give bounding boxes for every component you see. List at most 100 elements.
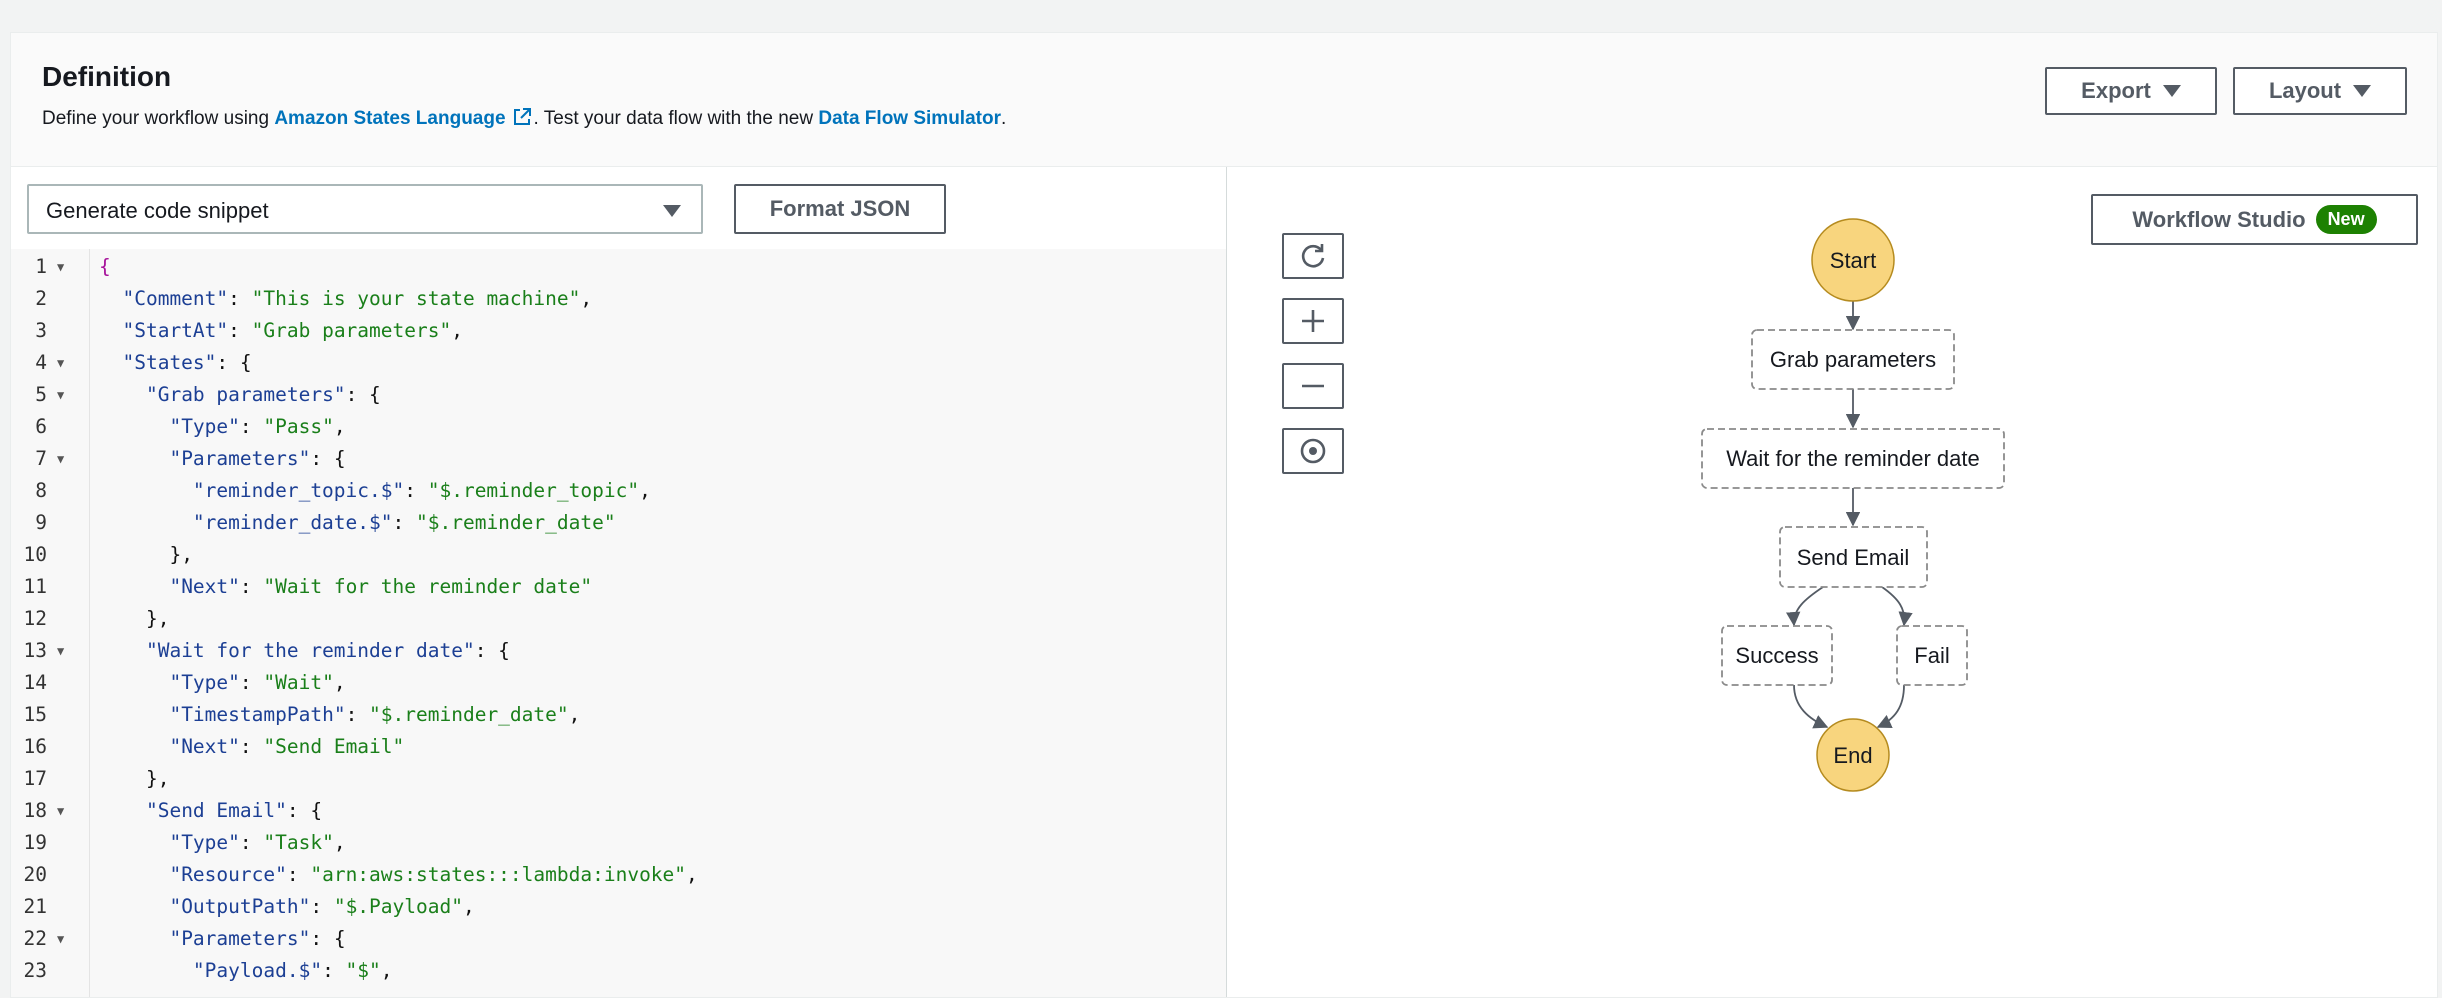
data-flow-simulator-link[interactable]: Data Flow Simulator [818, 108, 1001, 129]
wait-node[interactable]: Wait for the reminder date [1701, 428, 2005, 489]
code-editor[interactable]: 1 ▼ {2 "Comment": "This is your state mach… [11, 249, 1226, 997]
fold-toggle-icon[interactable]: ▼ [57, 443, 64, 475]
code-line[interactable]: 21 "OutputPath": "$.Payload", [11, 891, 1226, 923]
line-number: 1 [35, 255, 47, 278]
line-number: 9 [35, 511, 47, 534]
line-number: 10 [23, 543, 47, 566]
code-text: "Next": "Wait for the reminder date" [169, 575, 593, 598]
format-json-button[interactable]: Format JSON [734, 184, 946, 234]
code-line[interactable]: 17 }, [11, 763, 1226, 795]
code-text: "TimestampPath": "$.reminder_date", [169, 703, 581, 726]
code-line[interactable]: 4 ▼ "States": { [11, 347, 1226, 379]
success-node[interactable]: Success [1721, 625, 1833, 686]
code-line[interactable]: 3 "StartAt": "Grab parameters", [11, 315, 1226, 347]
edge-send-fail [1881, 586, 1913, 627]
code-line[interactable]: 13 ▼ "Wait for the reminder date": { [11, 635, 1226, 667]
line-number: 22 [23, 927, 47, 950]
caret-down-icon [663, 205, 681, 217]
code-line[interactable]: 19 "Type": "Task", [11, 827, 1226, 859]
layout-label: Layout [2268, 78, 2342, 103]
line-number: 17 [23, 767, 47, 790]
subtitle-suffix: . [1000, 108, 1007, 129]
code-line[interactable]: 23 "Payload.$": "$", [11, 955, 1226, 987]
code-text: "Type": "Wait", [169, 671, 346, 694]
code-line[interactable]: 8 "reminder_topic.$": "$.reminder_topic"… [11, 475, 1226, 507]
generate-snippet-select[interactable]: Generate code snippet [27, 184, 703, 234]
asl-link[interactable]: Amazon States Language [274, 108, 505, 129]
edge-success-end [1793, 684, 1829, 729]
state-machine-graph: Start Grab parameters Wait for the remin… [1701, 218, 2005, 792]
line-number: 6 [35, 415, 47, 438]
code-line[interactable]: 18 ▼ "Send Email": { [11, 795, 1226, 827]
fail-node[interactable]: Fail [1896, 625, 1968, 686]
fold-toggle-icon[interactable]: ▼ [57, 795, 64, 827]
line-number: 13 [23, 639, 47, 662]
code-text: }, [169, 543, 193, 566]
export-label: Export [2081, 78, 2151, 103]
fold-toggle-icon[interactable]: ▼ [57, 923, 64, 955]
code-line[interactable]: 15 "TimestampPath": "$.reminder_date", [11, 699, 1226, 731]
line-number: 16 [23, 735, 47, 758]
definition-subtitle: Define your workflow using Amazon States… [42, 107, 1006, 133]
code-text: "States": { [122, 351, 252, 374]
code-text: "Next": "Send Email" [169, 735, 405, 758]
start-node[interactable]: Start [1811, 218, 1895, 302]
edge-send-success [1786, 586, 1824, 627]
code-line[interactable]: 1 ▼ { [11, 251, 1226, 283]
code-text: "reminder_date.$": "$.reminder_date" [192, 511, 616, 534]
send-email-node[interactable]: Send Email [1779, 526, 1928, 588]
subtitle-mid: . Test your data flow with the new [533, 108, 819, 129]
line-number: 8 [35, 479, 47, 502]
code-line[interactable]: 14 "Type": "Wait", [11, 667, 1226, 699]
layout-button[interactable]: Layout [2233, 67, 2407, 115]
code-text: "Comment": "This is your state machine", [122, 287, 593, 310]
line-number: 19 [23, 831, 47, 854]
send-email-label: Send Email [1797, 545, 1910, 570]
grab-parameters-node[interactable]: Grab parameters [1751, 329, 1955, 390]
code-text: "reminder_topic.$": "$.reminder_topic", [192, 479, 651, 502]
line-number: 23 [23, 959, 47, 982]
success-label: Success [1735, 643, 1818, 668]
code-text: "Grab parameters": { [145, 383, 381, 406]
graph-pane: Workflow Studio New Start Grab parameter… [1227, 167, 2437, 997]
code-text: "Resource": "arn:aws:states:::lambda:inv… [169, 863, 698, 886]
code-text: "Type": "Task", [169, 831, 346, 854]
fold-toggle-icon[interactable]: ▼ [57, 635, 64, 667]
export-button[interactable]: Export [2045, 67, 2217, 115]
fold-toggle-icon[interactable]: ▼ [57, 251, 64, 283]
code-line[interactable]: 7 ▼ "Parameters": { [11, 443, 1226, 475]
code-line[interactable]: 6 "Type": "Pass", [11, 411, 1226, 443]
code-editor-pane: Generate code snippet Format JSON 1 ▼ {2 "… [11, 167, 1227, 997]
code-line[interactable]: 22 ▼ "Parameters": { [11, 923, 1226, 955]
code-line[interactable]: 20 "Resource": "arn:aws:states:::lambda:… [11, 859, 1226, 891]
edge-fail-end [1876, 684, 1905, 728]
code-line[interactable]: 2 "Comment": "This is your state machine… [11, 283, 1226, 315]
grab-parameters-label: Grab parameters [1770, 347, 1936, 372]
fold-toggle-icon[interactable]: ▼ [57, 347, 64, 379]
line-number: 7 [35, 447, 47, 470]
line-number: 4 [35, 351, 47, 374]
definition-panel: Definition Define your workflow using Am… [10, 32, 2438, 998]
caret-down-icon [2353, 85, 2372, 97]
fold-toggle-icon[interactable]: ▼ [57, 379, 64, 411]
code-line[interactable]: 11 "Next": "Wait for the reminder date" [11, 571, 1226, 603]
subtitle-prefix: Define your workflow using [42, 108, 275, 129]
code-text: "Type": "Pass", [169, 415, 346, 438]
line-number: 5 [35, 383, 47, 406]
external-link-icon[interactable] [512, 107, 532, 133]
line-number: 20 [23, 863, 47, 886]
code-line[interactable]: 16 "Next": "Send Email" [11, 731, 1226, 763]
code-text: }, [145, 767, 170, 790]
line-number: 2 [35, 287, 47, 310]
end-node[interactable]: End [1816, 718, 1890, 792]
code-line[interactable]: 12 }, [11, 603, 1226, 635]
end-label: End [1833, 743, 1872, 768]
code-line[interactable]: 10 }, [11, 539, 1226, 571]
line-number: 3 [35, 319, 47, 342]
start-label: Start [1830, 248, 1876, 273]
fail-label: Fail [1914, 643, 1949, 668]
code-text: }, [145, 607, 170, 630]
snippet-select-value: Generate code snippet [46, 198, 269, 223]
code-line[interactable]: 5 ▼ "Grab parameters": { [11, 379, 1226, 411]
code-line[interactable]: 9 "reminder_date.$": "$.reminder_date" [11, 507, 1226, 539]
